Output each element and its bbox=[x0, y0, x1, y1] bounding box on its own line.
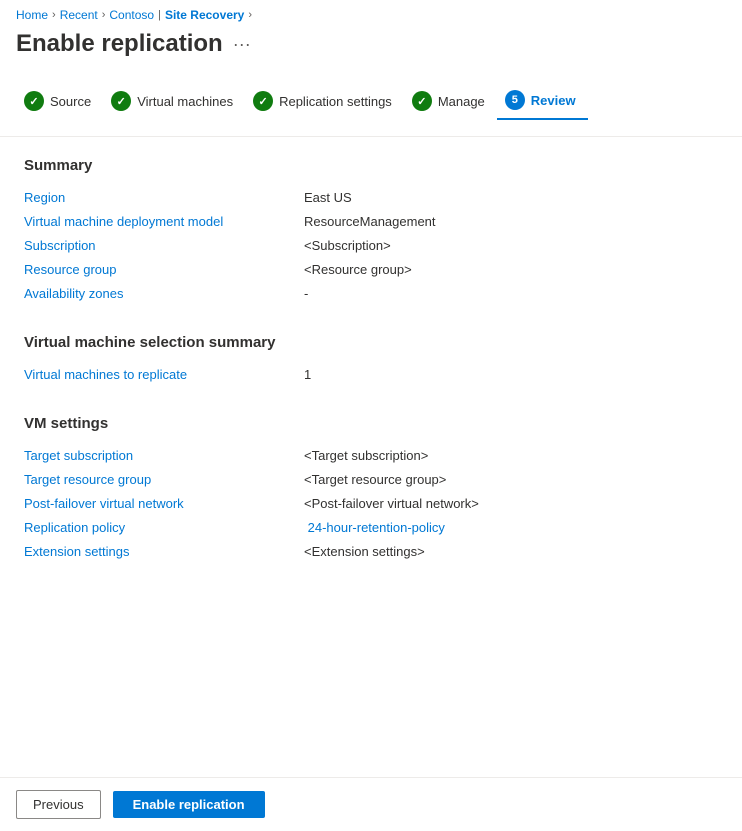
post-failover-vnet-row: Post-failover virtual network <Post-fail… bbox=[24, 492, 718, 516]
target-sub-row: Target subscription <Target subscription… bbox=[24, 444, 718, 468]
summary-rg-value: <Resource group> bbox=[304, 262, 412, 277]
content-area: Summary Region East US Virtual machine d… bbox=[0, 157, 742, 616]
step-source-check-icon bbox=[24, 91, 44, 111]
replication-policy-label: Replication policy bbox=[24, 520, 304, 535]
page-title-bar: Enable replication ··· bbox=[0, 26, 742, 74]
step-manage[interactable]: Manage bbox=[404, 83, 497, 119]
breadcrumb-sep-1: › bbox=[52, 9, 56, 21]
breadcrumb-sep-4: › bbox=[248, 9, 252, 21]
replication-policy-value[interactable]: 24-hour-retention-policy bbox=[304, 520, 445, 535]
summary-az-row: Availability zones - bbox=[24, 282, 718, 306]
target-rg-value: <Target resource group> bbox=[304, 472, 446, 487]
wizard-steps: Source Virtual machines Replication sett… bbox=[0, 74, 742, 137]
enable-replication-button[interactable]: Enable replication bbox=[113, 791, 265, 818]
page-title: Enable replication bbox=[16, 30, 223, 58]
vm-settings-title: VM settings bbox=[24, 415, 718, 432]
summary-az-label: Availability zones bbox=[24, 286, 304, 301]
breadcrumb-home[interactable]: Home bbox=[16, 8, 48, 22]
breadcrumb-contoso[interactable]: Contoso bbox=[109, 8, 154, 22]
step-manage-check-icon bbox=[412, 91, 432, 111]
vm-selection-section: Virtual machine selection summary Virtua… bbox=[24, 334, 718, 387]
previous-button[interactable]: Previous bbox=[16, 790, 101, 819]
vm-to-replicate-row: Virtual machines to replicate 1 bbox=[24, 363, 718, 387]
step-virtual-machines[interactable]: Virtual machines bbox=[103, 83, 245, 119]
summary-section: Summary Region East US Virtual machine d… bbox=[24, 157, 718, 306]
summary-region-row: Region East US bbox=[24, 186, 718, 210]
step-manage-label: Manage bbox=[438, 94, 485, 109]
step-rep-label: Replication settings bbox=[279, 94, 392, 109]
step-review-label: Review bbox=[531, 93, 576, 108]
step-replication-settings[interactable]: Replication settings bbox=[245, 83, 404, 119]
step-review[interactable]: 5 Review bbox=[497, 82, 588, 120]
post-failover-vnet-label: Post-failover virtual network bbox=[24, 496, 304, 511]
vm-selection-title: Virtual machine selection summary bbox=[24, 334, 718, 351]
summary-region-value: East US bbox=[304, 190, 352, 205]
summary-rg-label: Resource group bbox=[24, 262, 304, 277]
replication-policy-row: Replication policy 24-hour-retention-pol… bbox=[24, 516, 718, 540]
summary-az-value: - bbox=[304, 286, 308, 301]
extension-settings-value: <Extension settings> bbox=[304, 544, 425, 559]
target-sub-value: <Target subscription> bbox=[304, 448, 428, 463]
breadcrumb-recent[interactable]: Recent bbox=[60, 8, 98, 22]
step-source[interactable]: Source bbox=[16, 83, 103, 119]
breadcrumb-site-recovery[interactable]: Site Recovery bbox=[165, 8, 244, 22]
vm-to-replicate-label: Virtual machines to replicate bbox=[24, 367, 304, 382]
step-rep-check-icon bbox=[253, 91, 273, 111]
summary-subscription-row: Subscription <Subscription> bbox=[24, 234, 718, 258]
step-vm-label: Virtual machines bbox=[137, 94, 233, 109]
vm-settings-section: VM settings Target subscription <Target … bbox=[24, 415, 718, 564]
vm-to-replicate-value: 1 bbox=[304, 367, 311, 382]
summary-subscription-value: <Subscription> bbox=[304, 238, 391, 253]
extension-settings-row: Extension settings <Extension settings> bbox=[24, 540, 718, 564]
footer: Previous Enable replication bbox=[0, 777, 742, 831]
breadcrumb-sep-3: | bbox=[158, 9, 161, 21]
summary-section-title: Summary bbox=[24, 157, 718, 174]
target-sub-label: Target subscription bbox=[24, 448, 304, 463]
summary-rg-row: Resource group <Resource group> bbox=[24, 258, 718, 282]
step-review-num-icon: 5 bbox=[505, 90, 525, 110]
target-rg-row: Target resource group <Target resource g… bbox=[24, 468, 718, 492]
post-failover-vnet-value: <Post-failover virtual network> bbox=[304, 496, 479, 511]
step-source-label: Source bbox=[50, 94, 91, 109]
target-rg-label: Target resource group bbox=[24, 472, 304, 487]
title-options-button[interactable]: ··· bbox=[233, 34, 251, 55]
summary-deployment-value: ResourceManagement bbox=[304, 214, 436, 229]
extension-settings-label: Extension settings bbox=[24, 544, 304, 559]
breadcrumb-sep-2: › bbox=[102, 9, 106, 21]
step-vm-check-icon bbox=[111, 91, 131, 111]
summary-subscription-label: Subscription bbox=[24, 238, 304, 253]
breadcrumb: Home › Recent › Contoso | Site Recovery … bbox=[0, 0, 742, 26]
summary-deployment-row: Virtual machine deployment model Resourc… bbox=[24, 210, 718, 234]
summary-deployment-label: Virtual machine deployment model bbox=[24, 214, 304, 229]
summary-region-label: Region bbox=[24, 190, 304, 205]
